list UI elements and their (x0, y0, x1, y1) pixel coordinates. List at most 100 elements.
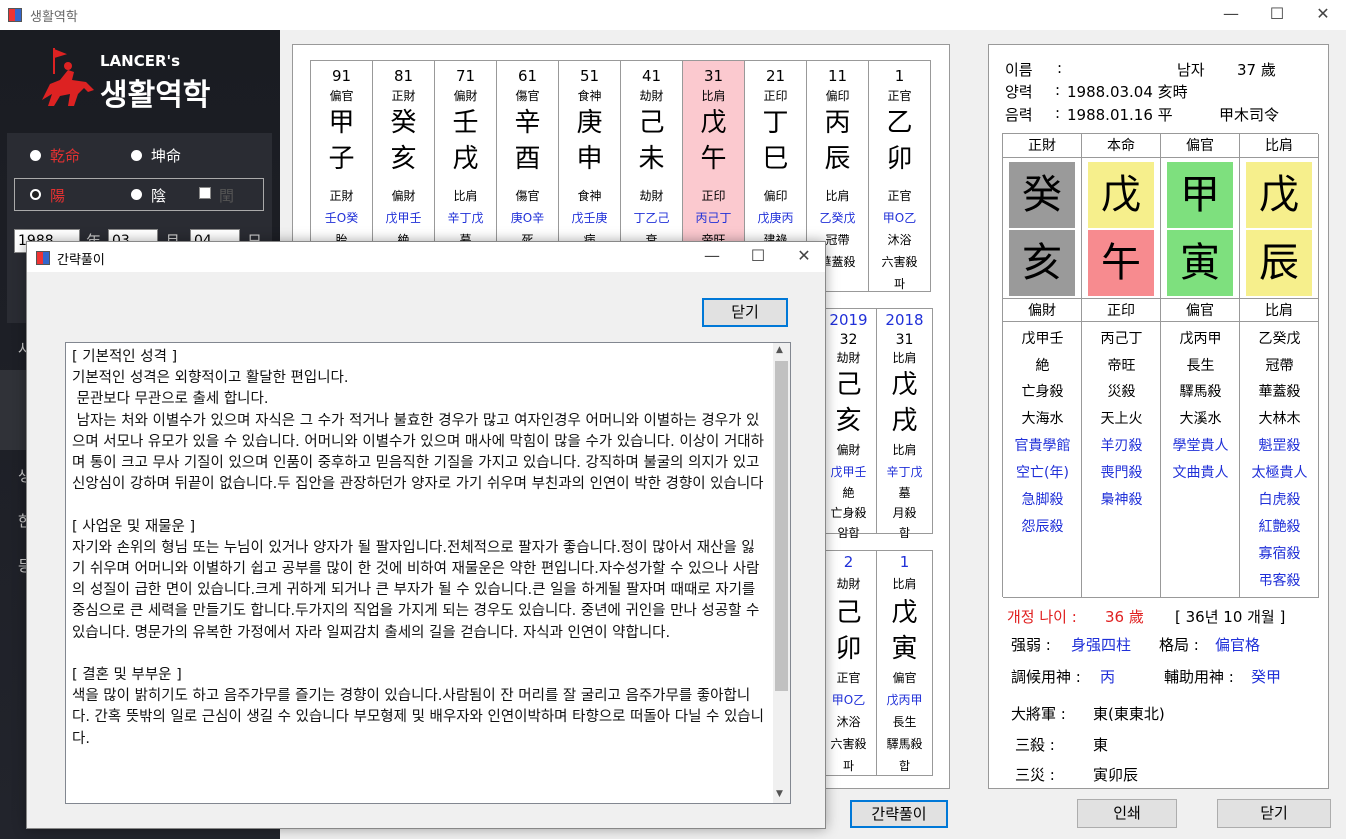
year-extra: 月殺 (892, 506, 917, 520)
daeun-bottom-label: 比肩 (453, 189, 478, 203)
pillar-hidden: 丙己丁 (1100, 331, 1143, 347)
change-age-label: 개정 나이 : (1007, 608, 1077, 626)
frame-value: 偏官格 (1215, 636, 1261, 654)
month-extra: 六害殺 (830, 737, 867, 751)
month-stage: 長生 (892, 715, 917, 729)
brief-button[interactable]: 간략풀이 (850, 800, 948, 828)
daeun-age: 91 (331, 67, 352, 85)
daeun-branch: 戌 (452, 144, 479, 174)
print-button[interactable]: 인쇄 (1077, 799, 1177, 828)
daeun-age: 41 (641, 67, 662, 85)
daeun-branch: 卯 (886, 144, 913, 174)
female-label: 坤命 (151, 147, 182, 165)
daeun-bottom-label: 正官 (887, 189, 912, 203)
dialog-close-x-button[interactable]: ✕ (781, 242, 827, 272)
year-stem: 己 (835, 370, 862, 400)
pillar-sinsal: 華蓋殺 (1258, 384, 1301, 400)
dialog-minimize-button[interactable]: — (689, 242, 735, 272)
month-number: 1 (899, 553, 910, 571)
daeun-hidden: 壬O癸 (324, 211, 359, 225)
year-hidden: 戊甲壬 (830, 465, 867, 479)
daeun-branch: 亥 (390, 144, 417, 174)
daeun-stem: 辛 (514, 108, 541, 138)
pillar-header2: 比肩 (1240, 298, 1319, 322)
male-radio[interactable] (30, 150, 41, 161)
lunar-value: 1988.01.16 平 (1067, 106, 1173, 124)
year-column: 2018 31 比肩戊戌比肩 辛丁戊墓月殺 합 (876, 308, 933, 540)
climate-value: 丙 (1100, 668, 1116, 686)
leap-checkbox[interactable] (199, 187, 211, 199)
scroll-down-icon[interactable]: ▼ (776, 789, 783, 799)
name-sep: : (1057, 59, 1063, 77)
daeun-hidden: 丁乙己 (633, 211, 670, 225)
daeun-bottom-label: 正財 (329, 189, 354, 203)
scroll-up-icon[interactable]: ▲ (776, 345, 783, 355)
strength-value: 身强四柱 (1071, 636, 1132, 654)
leap-label: 閏 (219, 187, 235, 205)
maximize-button[interactable]: ☐ (1254, 0, 1300, 30)
lunar-label: 음력 (1005, 106, 1033, 124)
month-top-label: 劫財 (836, 577, 861, 591)
pillar-sinsal: 災殺 (1107, 384, 1136, 400)
daeun-stage: 沐浴 (887, 233, 912, 247)
close-button[interactable]: ✕ (1300, 0, 1346, 30)
daeun-hidden: 辛丁戊 (447, 211, 484, 225)
general-label: 大將軍 : (1011, 705, 1066, 723)
daeun-stem: 戊 (700, 108, 727, 138)
year-row: 2019 32 劫財己亥偏財 戊甲壬絶亡身殺 암합 2018 31 比肩戊戌比肩 辛丁戊墓月殺 합 (820, 308, 933, 540)
pillar-branch: 午 (1088, 230, 1154, 296)
month-branch: 卯 (835, 634, 862, 664)
pillar-gwiin: 怨辰殺 (1021, 519, 1064, 535)
pillar-hidden: 戊丙甲 (1179, 331, 1222, 347)
year-bottom-label: 比肩 (892, 443, 917, 457)
pillar-gwiin: 羊刃殺 (1100, 438, 1143, 454)
yin-radio[interactable] (131, 189, 142, 200)
pillar-stage: 冠帶 (1265, 358, 1294, 374)
pillar-sinsal: 大海水 (1021, 411, 1064, 427)
change-age-value: 36 歲 (1105, 608, 1144, 626)
dialog-close-button[interactable]: 닫기 (702, 298, 788, 327)
yang-label: 陽 (50, 187, 66, 205)
pillar-header: 本命 (1082, 134, 1161, 158)
pillar-sinsal: 大溪水 (1179, 411, 1222, 427)
daeun-top-label: 偏官 (329, 89, 354, 103)
month-column: 1 比肩戊寅偏官 戊丙甲 長生 驛馬殺 합 (876, 550, 933, 776)
strength-label: 强弱 : (1011, 636, 1051, 654)
month-stem: 己 (835, 598, 862, 628)
month-column: 2 劫財己卯正官 甲O乙 沐浴 六害殺 파 (820, 550, 877, 776)
year-extra: 亡身殺 (830, 506, 867, 520)
daeun-stem: 乙 (886, 108, 913, 138)
year-extra2: 합 (898, 526, 911, 540)
pillar-gwiin: 梟神殺 (1100, 492, 1143, 508)
pillar-gwiin: 白虎殺 (1258, 492, 1301, 508)
daeun-branch: 午 (700, 144, 727, 174)
dialog-title: 간략풀이 (57, 253, 105, 268)
month-row: 2 劫財己卯正官 甲O乙 沐浴 六害殺 파 1 比肩戊寅偏官 戊丙甲 長生 驛馬殺 합 (820, 550, 933, 776)
month-hidden: 甲O乙 (831, 693, 866, 707)
pillar-sinsal: 大林木 (1258, 411, 1301, 427)
dialog-maximize-button[interactable]: ☐ (735, 242, 781, 272)
year-value: 2019 (829, 311, 868, 329)
month-number: 2 (843, 553, 854, 571)
year-value: 2018 (885, 311, 924, 329)
daeun-bottom-label: 比肩 (825, 189, 850, 203)
daeun-branch: 申 (576, 144, 603, 174)
month-extra: 驛馬殺 (886, 737, 923, 751)
daeun-bottom-label: 食神 (577, 189, 602, 203)
month-bottom-label: 偏官 (892, 671, 917, 685)
main-close-button[interactable]: 닫기 (1217, 799, 1331, 828)
pillar-header: 比肩 (1240, 134, 1319, 158)
minimize-button[interactable]: — (1208, 0, 1254, 30)
pillar-stage: 絶 (1035, 358, 1050, 374)
textarea-scrollbar[interactable]: ▲ ▼ (773, 343, 790, 803)
daeun-stem: 壬 (452, 108, 479, 138)
brief-dialog: 간략풀이 — ☐ ✕ 닫기 [ 기본적인 성격 ] 기본적인 성격은 외향적이고… (26, 241, 826, 829)
scroll-thumb[interactable] (775, 361, 788, 691)
daeun-stem: 甲 (328, 108, 355, 138)
yang-radio[interactable] (30, 189, 41, 200)
info-frame: 이름 : 남자 37 歲 양력 : 1988.03.04 亥時 음력 : 198… (988, 44, 1329, 789)
female-radio[interactable] (131, 150, 142, 161)
daeun-stem: 癸 (390, 108, 417, 138)
month-stem: 戊 (891, 598, 918, 628)
reading-textarea[interactable]: [ 기본적인 성격 ] 기본적인 성격은 외향적이고 활달한 편입니다. 문관보… (65, 342, 791, 804)
